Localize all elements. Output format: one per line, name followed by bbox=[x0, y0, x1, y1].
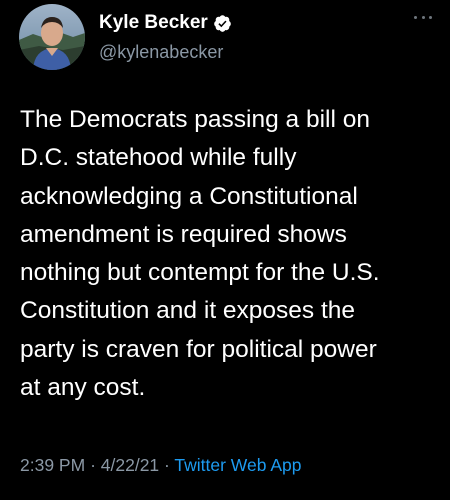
more-dot bbox=[414, 15, 417, 19]
tweet-text-line: nothing but contempt for the U.S. bbox=[20, 259, 380, 287]
tweet-text-line: D.C. statehood while fully bbox=[20, 144, 297, 172]
tweet-text-line: Constitution and it exposes the bbox=[20, 297, 356, 325]
avatar[interactable] bbox=[19, 4, 85, 70]
more-dot bbox=[429, 15, 432, 19]
more-options-icon[interactable] bbox=[414, 13, 432, 21]
verified-badge-icon bbox=[213, 14, 231, 32]
meta-separator: · bbox=[164, 455, 170, 475]
display-name[interactable]: Kyle Becker bbox=[99, 12, 208, 34]
tweet-meta: 2:39 PM · 4/22/21 · Twitter Web App bbox=[20, 455, 302, 476]
tweet-text-line: amendment is required shows bbox=[20, 220, 347, 248]
more-dot bbox=[421, 15, 425, 19]
tweet-text: The Democrats passing a bill on D.C. sta… bbox=[20, 101, 435, 407]
author-name-row: Kyle Becker bbox=[99, 12, 232, 34]
tweet-text-line: The Democrats passing a bill on bbox=[20, 106, 370, 133]
tweet-time[interactable]: 2:39 PM bbox=[20, 455, 85, 475]
tweet-date[interactable]: 4/22/21 bbox=[101, 455, 159, 475]
tweet-source-link[interactable]: Twitter Web App bbox=[174, 455, 301, 475]
meta-separator: · bbox=[90, 455, 96, 475]
tweet-text-line: acknowledging a Constitutional bbox=[20, 182, 358, 210]
user-handle[interactable]: @kylenabecker bbox=[99, 42, 223, 63]
tweet-card: Kyle Becker @kylenabecker The Democrats … bbox=[0, 0, 450, 500]
avatar-photo-icon bbox=[19, 4, 85, 70]
tweet-text-line: at any cost. bbox=[20, 374, 146, 402]
tweet-text-line: party is craven for political power bbox=[20, 335, 377, 363]
